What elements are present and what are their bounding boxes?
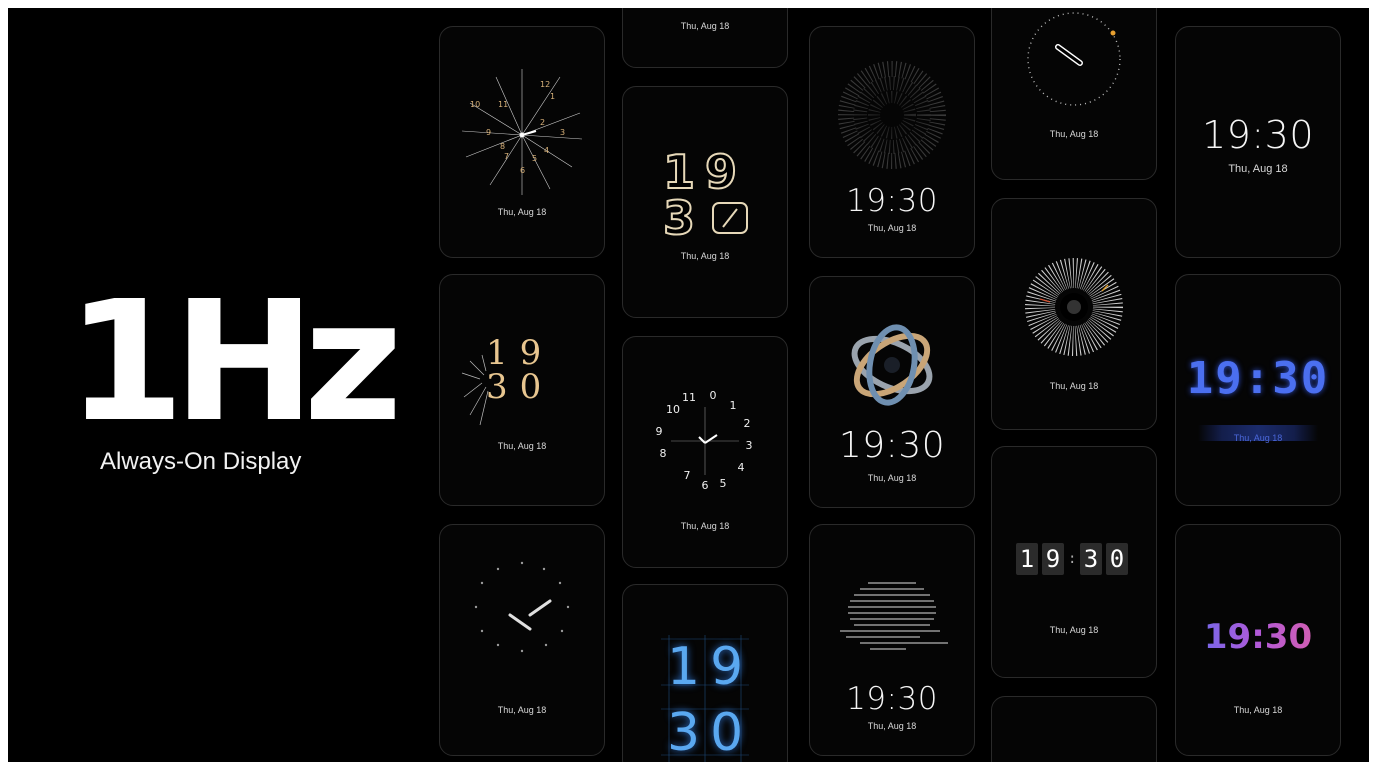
flip-digit: 9 bbox=[1042, 543, 1064, 575]
date-label: Thu, Aug 18 bbox=[867, 473, 917, 483]
flip-digit: 1 bbox=[1016, 543, 1038, 575]
svg-text:3: 3 bbox=[746, 439, 753, 452]
svg-text:6: 6 bbox=[702, 479, 709, 492]
time-display: 19:30 bbox=[838, 425, 946, 466]
svg-text:6: 6 bbox=[520, 166, 525, 175]
date-label: Thu, Aug 18 bbox=[867, 721, 917, 731]
svg-text:9: 9 bbox=[656, 425, 663, 438]
flip-clock: 1 9 : 3 0 bbox=[1016, 543, 1128, 575]
svg-text:4: 4 bbox=[544, 146, 549, 155]
aod-card-striped-sun[interactable]: 19:30 Thu, Aug 18 bbox=[809, 524, 975, 756]
svg-text:2: 2 bbox=[744, 417, 751, 430]
svg-text:8: 8 bbox=[500, 142, 505, 151]
slash-box-icon bbox=[712, 202, 748, 234]
hero-title: 1Hz bbox=[66, 266, 403, 459]
aod-card-blue-grid-digits[interactable]: 19 30 bbox=[622, 584, 788, 762]
time-display: 19:30 bbox=[1186, 353, 1330, 404]
svg-text:7: 7 bbox=[504, 152, 509, 161]
dotted-ring-clock-icon bbox=[1027, 12, 1121, 106]
aod-card-gradient-time[interactable]: 19:30 Thu, Aug 18 bbox=[1175, 524, 1341, 756]
aod-card-plain-time[interactable]: 19:30 Thu, Aug 18 bbox=[1175, 26, 1341, 258]
aod-card-flip-clock[interactable]: 1 9 : 3 0 Thu, Aug 18 bbox=[991, 446, 1157, 678]
aod-card-bottom-partial[interactable] bbox=[991, 696, 1157, 762]
flip-digit: 0 bbox=[1106, 543, 1128, 575]
aod-card-outline-digits[interactable]: 19 3 Thu, Aug 18 bbox=[622, 86, 788, 318]
hero-subtitle: Always-On Display bbox=[100, 448, 302, 475]
date-label: Thu, Aug 18 bbox=[1049, 381, 1099, 391]
hero: 1Hz Always-On Display bbox=[66, 280, 403, 476]
svg-text:5: 5 bbox=[532, 154, 537, 163]
date-label: Thu, Aug 18 bbox=[867, 223, 917, 233]
date-label: Thu, Aug 18 bbox=[680, 21, 730, 31]
aod-card-top-partial[interactable]: Thu, Aug 18 bbox=[622, 8, 788, 68]
date-label: Thu, Aug 18 bbox=[680, 251, 730, 261]
aod-card-dotted-ring[interactable]: Thu, Aug 18 bbox=[991, 8, 1157, 180]
date-label: Thu, Aug 18 bbox=[1233, 705, 1283, 715]
aod-card-particle-sphere[interactable]: 19:30 Thu, Aug 18 bbox=[809, 26, 975, 258]
svg-text:2: 2 bbox=[540, 118, 545, 127]
aod-card-radial-lines[interactable]: Thu, Aug 18 bbox=[991, 198, 1157, 430]
time-display: 19:30 bbox=[846, 681, 938, 717]
flip-colon: : bbox=[1068, 551, 1077, 567]
svg-text:10: 10 bbox=[666, 403, 680, 416]
svg-text:3: 3 bbox=[560, 128, 565, 137]
hour-digits: 19 bbox=[667, 637, 754, 697]
date-label: Thu, Aug 18 bbox=[497, 705, 547, 715]
minute-digits: 30 bbox=[667, 703, 754, 762]
minimal-hands-clock-icon bbox=[474, 561, 570, 653]
aod-showcase: 1Hz Always-On Display 12 1 2 345 678 9 10 11… bbox=[8, 8, 1369, 762]
aod-card-chrome-knot[interactable]: 19:30 Thu, Aug 18 bbox=[809, 276, 975, 508]
svg-text:9: 9 bbox=[486, 128, 491, 137]
minute-digits: 30 bbox=[486, 367, 554, 407]
svg-text:8: 8 bbox=[660, 447, 667, 460]
svg-text:4: 4 bbox=[738, 461, 745, 474]
time-display: 19:30 bbox=[846, 183, 938, 219]
aod-card-gold-serif-time[interactable]: 19 30 Thu, Aug 18 bbox=[439, 274, 605, 506]
aod-card-pixel-blue[interactable]: 19:30 Thu, Aug 18 bbox=[1175, 274, 1341, 506]
date-label: Thu, Aug 18 bbox=[497, 207, 547, 217]
svg-text:5: 5 bbox=[720, 477, 727, 490]
svg-text:10: 10 bbox=[470, 100, 480, 109]
svg-text:1: 1 bbox=[730, 399, 737, 412]
date-label: Thu, Aug 18 bbox=[680, 521, 730, 531]
svg-text:12: 12 bbox=[540, 80, 550, 89]
numeral-dial-icon: 11 01 2 34 567 8 910 bbox=[656, 389, 753, 492]
aod-card-minimal-hands[interactable]: Thu, Aug 18 bbox=[439, 524, 605, 756]
date-label: Thu, Aug 18 bbox=[1049, 625, 1099, 635]
date-label: Thu, Aug 18 bbox=[497, 441, 547, 451]
date-label: Thu, Aug 18 bbox=[1233, 433, 1283, 443]
time-display: 19:30 bbox=[1201, 113, 1314, 157]
svg-text:0: 0 bbox=[710, 389, 717, 402]
date-label: Thu, Aug 18 bbox=[1228, 163, 1288, 175]
svg-text:7: 7 bbox=[684, 469, 691, 482]
aod-card-gold-radial-clock[interactable]: 12 1 2 345 678 9 10 11 Thu, Aug 18 bbox=[439, 26, 605, 258]
aod-card-numeral-dial[interactable]: 11 0 1 2 34 567 8 9 10 Thu, Aug 18 bbox=[622, 336, 788, 568]
svg-text:11: 11 bbox=[682, 391, 696, 404]
gold-radial-clock-icon: 1212 345 678 910 11 bbox=[461, 69, 583, 195]
date-label: Thu, Aug 18 bbox=[1049, 129, 1099, 139]
radial-lines-icon bbox=[1025, 258, 1123, 356]
svg-text:1: 1 bbox=[550, 92, 555, 101]
time-display: 19:30 bbox=[1176, 617, 1340, 657]
svg-text:11: 11 bbox=[498, 100, 508, 109]
flip-digit: 3 bbox=[1080, 543, 1102, 575]
